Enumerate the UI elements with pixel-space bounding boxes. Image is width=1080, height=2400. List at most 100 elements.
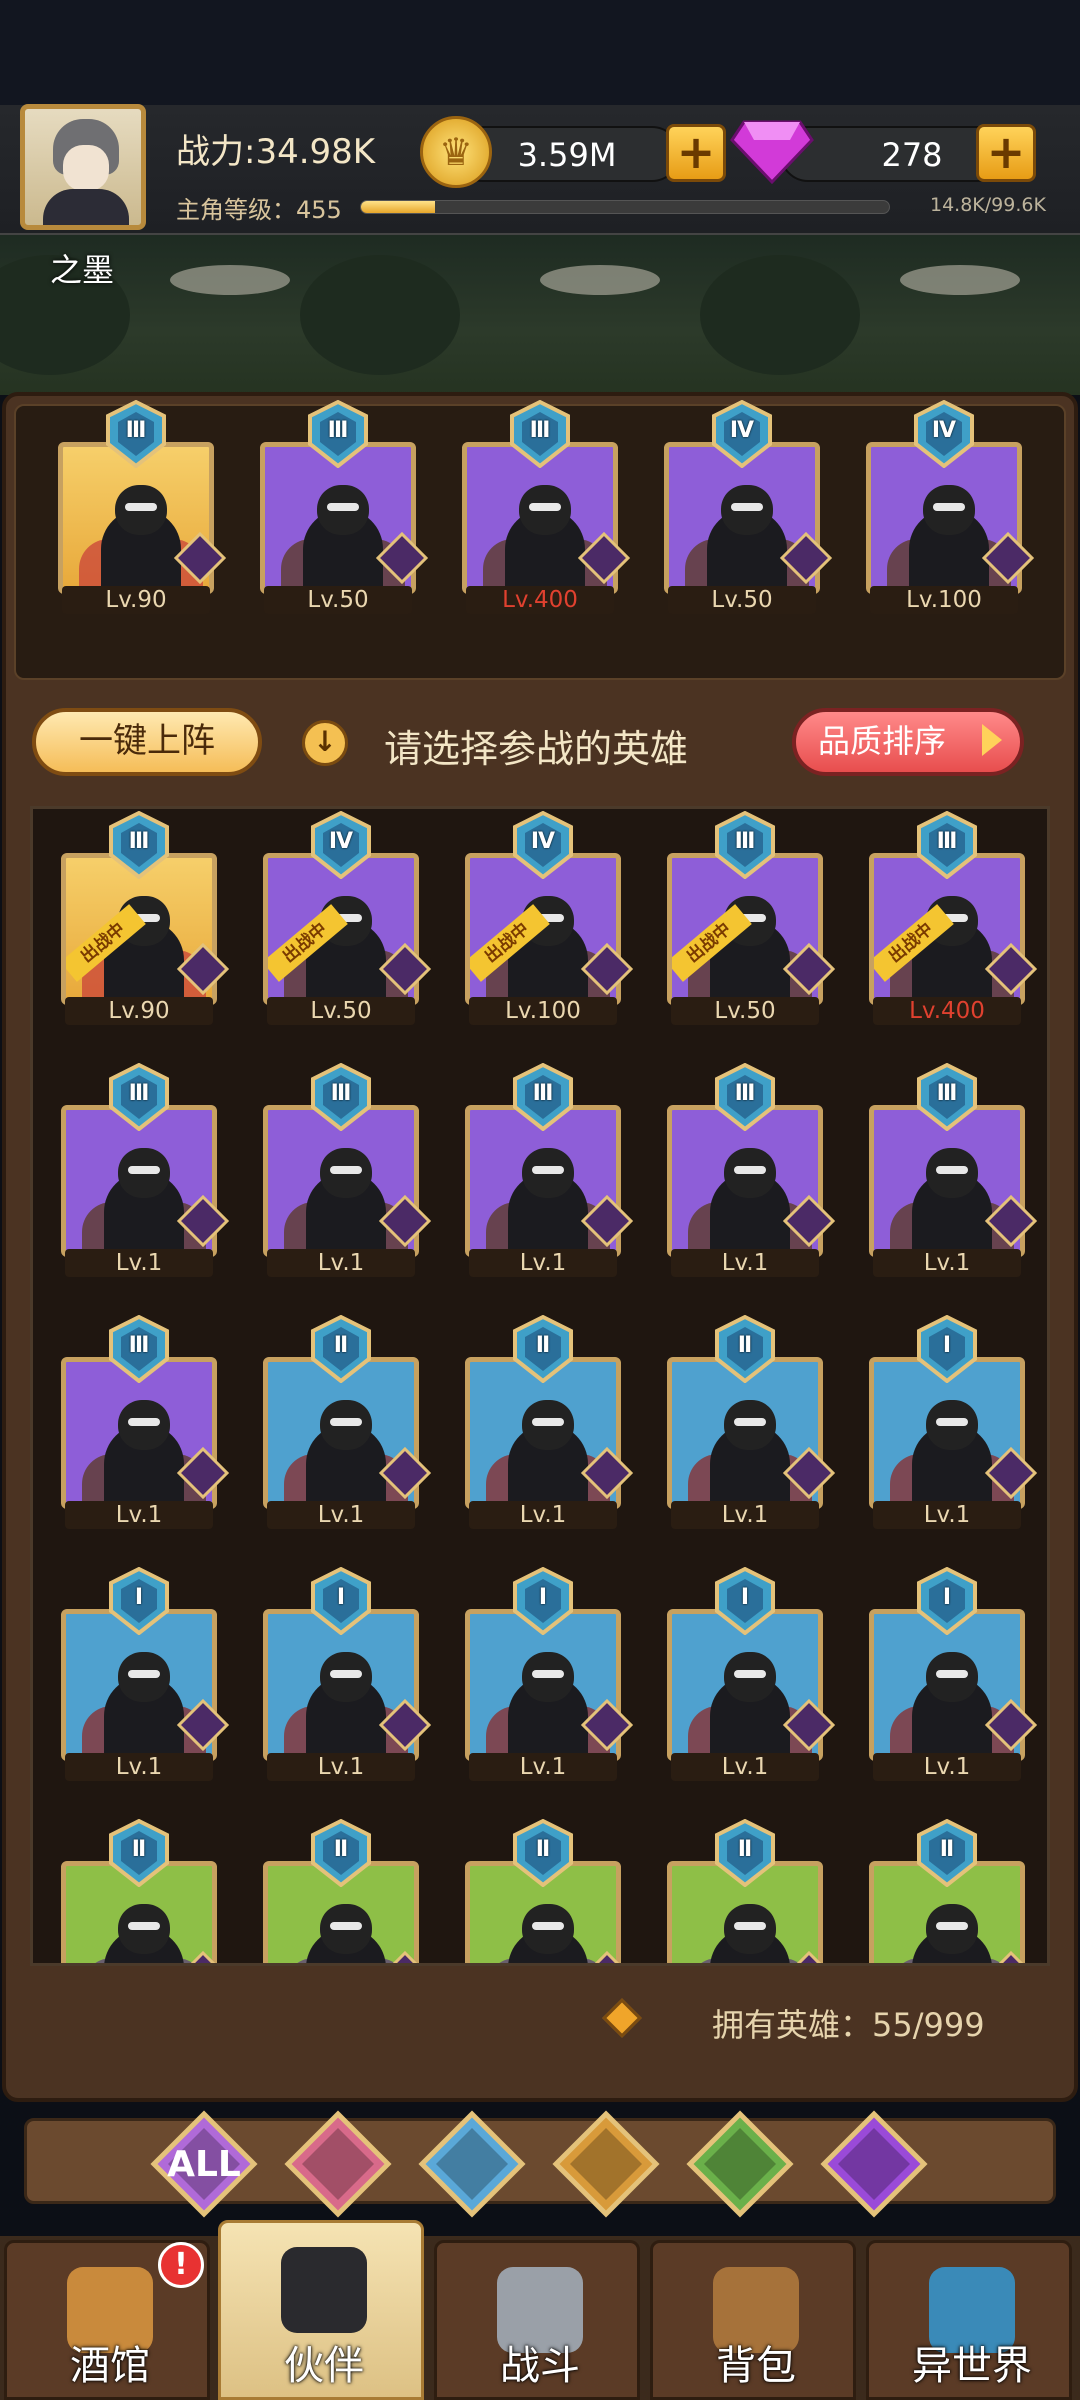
roster-hero-card[interactable]: Ⅱ bbox=[61, 1818, 217, 1963]
roster-hero-card[interactable]: Ⅲ Lv.1 bbox=[667, 1062, 836, 1277]
team-hero-card[interactable]: Ⅲ Lv.50 bbox=[260, 399, 429, 614]
exp-progress-bar bbox=[360, 200, 890, 214]
faction-icon bbox=[177, 1950, 229, 1963]
rank-numeral: Ⅱ bbox=[535, 1333, 551, 1358]
hero-level: Lv.1 bbox=[469, 1249, 617, 1277]
demon-icon[interactable] bbox=[820, 2110, 928, 2218]
hero-level: Lv.90 bbox=[62, 586, 210, 614]
faction-icon bbox=[984, 1698, 1038, 1752]
rank-numeral: Ⅲ bbox=[128, 1081, 150, 1106]
hero-level: Lv.90 bbox=[65, 997, 213, 1025]
roster-hero-card[interactable]: 出战中 Ⅲ Lv.50 bbox=[667, 810, 836, 1025]
roster-hero-card[interactable]: Ⅱ Lv.1 bbox=[263, 1314, 432, 1529]
faction-icon bbox=[984, 1194, 1038, 1248]
rank-badge-icon: Ⅳ bbox=[307, 810, 375, 880]
hero-level: Lv.1 bbox=[469, 1753, 617, 1781]
roster-hero-card[interactable]: Ⅰ Lv.1 bbox=[465, 1566, 634, 1781]
rank-badge-icon: Ⅱ bbox=[105, 1818, 173, 1888]
roster-hero-card[interactable]: Ⅱ bbox=[869, 1818, 1025, 1963]
hero-level: Lv.1 bbox=[267, 1501, 415, 1529]
nav-crossed-swords[interactable]: 战斗 bbox=[434, 2240, 640, 2400]
combat-power: 战力:34.98K bbox=[176, 132, 376, 172]
rank-numeral: Ⅱ bbox=[333, 1837, 349, 1862]
add-coins-button[interactable]: + bbox=[666, 124, 726, 182]
hero-roster-grid[interactable]: 出战中 Ⅲ Lv.90 出战中 Ⅳ Lv.50 出战中 Ⅳ Lv.100 出战中 Ⅲ Lv.50 出战中… bbox=[30, 806, 1050, 1966]
team-hero-card[interactable]: Ⅳ Lv.100 bbox=[866, 399, 1035, 614]
rank-numeral: Ⅰ bbox=[740, 1585, 750, 1610]
partner-icon bbox=[281, 2247, 367, 2333]
roster-hero-card[interactable]: Ⅲ Lv.1 bbox=[61, 1062, 230, 1277]
fishman-icon[interactable] bbox=[418, 2110, 526, 2218]
all-filter-icon[interactable]: ALL bbox=[150, 2110, 258, 2218]
hero-level: Lv.1 bbox=[469, 1501, 617, 1529]
rank-numeral: Ⅱ bbox=[535, 1837, 551, 1862]
rank-numeral: Ⅲ bbox=[936, 1081, 958, 1106]
faction-icon bbox=[782, 1446, 836, 1500]
roster-hero-card[interactable]: 出战中 Ⅳ Lv.50 bbox=[263, 810, 432, 1025]
rank-badge-icon: Ⅱ bbox=[711, 1818, 779, 1888]
roster-hero-card[interactable]: Ⅱ Lv.1 bbox=[667, 1314, 836, 1529]
roster-hero-card[interactable]: Ⅲ Lv.1 bbox=[465, 1062, 634, 1277]
masked-crown-icon[interactable] bbox=[284, 2110, 392, 2218]
rank-numeral: Ⅲ bbox=[128, 1333, 150, 1358]
roster-hero-card[interactable]: Ⅰ Lv.1 bbox=[263, 1566, 432, 1781]
roster-hero-card[interactable]: 出战中 Ⅲ Lv.90 bbox=[61, 810, 230, 1025]
roster-hero-card[interactable]: Ⅱ bbox=[465, 1818, 621, 1963]
roster-hero-card[interactable]: 出战中 Ⅳ Lv.100 bbox=[465, 810, 634, 1025]
roster-hero-card[interactable]: Ⅰ Lv.1 bbox=[61, 1566, 230, 1781]
rank-numeral: Ⅰ bbox=[336, 1585, 346, 1610]
faction-icon bbox=[580, 1698, 634, 1752]
team-hero-card[interactable]: Ⅲ Lv.90 bbox=[58, 399, 227, 614]
rank-badge-icon: Ⅲ bbox=[506, 399, 574, 469]
rank-badge-icon: Ⅲ bbox=[509, 1062, 577, 1132]
add-gems-button[interactable]: + bbox=[976, 124, 1036, 182]
team-hero-card[interactable]: Ⅲ Lv.400 bbox=[462, 399, 631, 614]
hero-level: Lv.400 bbox=[873, 997, 1021, 1025]
nav-treasure-chest[interactable]: 背包 bbox=[650, 2240, 856, 2400]
roster-hero-card[interactable]: Ⅲ Lv.1 bbox=[61, 1314, 230, 1529]
rank-numeral: Ⅲ bbox=[125, 418, 147, 443]
rank-numeral: Ⅱ bbox=[333, 1333, 349, 1358]
roster-hero-card[interactable]: Ⅰ Lv.1 bbox=[667, 1566, 836, 1781]
player-name: 之墨 bbox=[50, 251, 115, 289]
rank-badge-icon: Ⅱ bbox=[307, 1818, 375, 1888]
hero-level: Lv.1 bbox=[873, 1753, 1021, 1781]
quality-sort-button[interactable]: 品质排序 bbox=[792, 708, 1024, 776]
team-hero-card[interactable]: Ⅳ Lv.50 bbox=[664, 399, 833, 614]
rank-badge-icon: Ⅳ bbox=[708, 399, 776, 469]
hero-level: Lv.50 bbox=[671, 997, 819, 1025]
hero-level: Lv.50 bbox=[264, 586, 412, 614]
player-avatar[interactable] bbox=[20, 104, 146, 230]
faction-icon bbox=[984, 942, 1038, 996]
rank-numeral: Ⅳ bbox=[729, 418, 755, 443]
roster-hero-card[interactable]: Ⅰ Lv.1 bbox=[869, 1566, 1038, 1781]
gem-value: 278 bbox=[881, 136, 943, 174]
roster-hero-card[interactable]: Ⅲ Lv.1 bbox=[263, 1062, 432, 1277]
rank-badge-icon: Ⅲ bbox=[105, 810, 173, 880]
roster-hero-card[interactable]: Ⅱ bbox=[263, 1818, 419, 1963]
rank-numeral: Ⅲ bbox=[532, 1081, 554, 1106]
rank-badge-icon: Ⅰ bbox=[307, 1566, 375, 1636]
roster-hero-card[interactable]: Ⅰ Lv.1 bbox=[869, 1314, 1038, 1529]
roster-hero-card[interactable]: 出战中 Ⅲ Lv.400 bbox=[869, 810, 1038, 1025]
elf-icon[interactable] bbox=[686, 2110, 794, 2218]
auto-deploy-button[interactable]: 一键上阵 bbox=[32, 708, 262, 776]
filter-label: ALL bbox=[167, 2144, 241, 2185]
faction-icon bbox=[173, 531, 227, 585]
rank-badge-icon: Ⅳ bbox=[509, 810, 577, 880]
hero-level: Lv.1 bbox=[873, 1249, 1021, 1277]
nav-portal[interactable]: 异世界 bbox=[866, 2240, 1072, 2400]
hero-level: Lv.50 bbox=[668, 586, 816, 614]
faction-icon bbox=[783, 1950, 835, 1963]
roster-hero-card[interactable]: Ⅱ bbox=[667, 1818, 823, 1963]
roster-hero-card[interactable]: Ⅱ Lv.1 bbox=[465, 1314, 634, 1529]
roster-hero-card[interactable]: Ⅲ Lv.1 bbox=[869, 1062, 1038, 1277]
rank-numeral: Ⅲ bbox=[734, 829, 756, 854]
lion-icon[interactable] bbox=[552, 2110, 660, 2218]
rank-badge-icon: Ⅲ bbox=[105, 1062, 173, 1132]
hero-level: Lv.1 bbox=[671, 1249, 819, 1277]
sort-label: 品质排序 bbox=[818, 722, 947, 760]
rank-numeral: Ⅰ bbox=[942, 1585, 952, 1610]
rank-numeral: Ⅱ bbox=[131, 1837, 147, 1862]
nav-partner[interactable]: 伙伴 bbox=[218, 2220, 424, 2400]
